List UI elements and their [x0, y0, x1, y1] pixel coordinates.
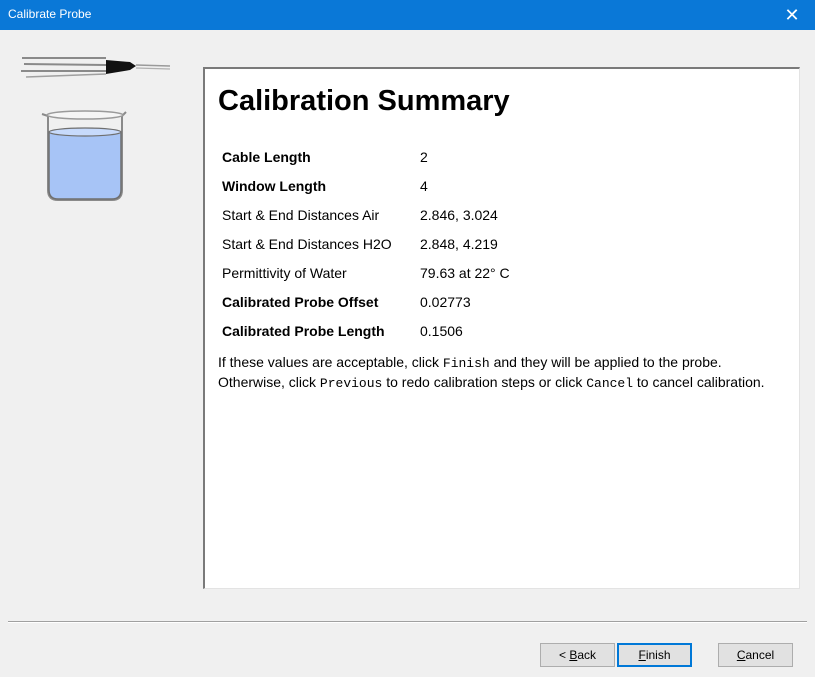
- summary-row-label: Window Length: [222, 178, 327, 194]
- finish-keyword: Finish: [442, 356, 490, 371]
- illustration: [18, 50, 178, 215]
- page-title: Calibration Summary: [218, 85, 510, 117]
- button-label-rest: inish: [645, 648, 671, 662]
- summary-row-label: Start & End Distances Air: [222, 207, 380, 223]
- cancel-keyword: Cancel: [586, 376, 634, 391]
- back-button[interactable]: < Back: [540, 643, 615, 667]
- close-button[interactable]: ✕: [769, 0, 815, 30]
- instructions-text: If these values are acceptable, click Fi…: [218, 353, 783, 393]
- summary-row-label: Start & End Distances H2O: [222, 236, 392, 252]
- summary-row-label: Calibrated Probe Length: [222, 323, 385, 339]
- summary-row-label: Cable Length: [222, 149, 311, 165]
- note-part: to cancel calibration.: [633, 374, 765, 390]
- probe-beaker-graphic: [21, 57, 171, 201]
- button-label-prefix: <: [558, 648, 570, 662]
- finish-button[interactable]: Finish: [617, 643, 692, 667]
- calibrate-probe-dialog: Calibrate Probe ✕ Calibration Summary Ca…: [0, 0, 815, 677]
- summary-row-value: 0.02773: [420, 294, 471, 310]
- summary-row-value: 2.848, 4.219: [420, 236, 498, 252]
- summary-row-value: 2.846, 3.024: [420, 207, 498, 223]
- summary-row-label: Calibrated Probe Offset: [222, 294, 379, 310]
- previous-keyword: Previous: [319, 376, 383, 391]
- probe-icon: [21, 57, 171, 78]
- note-part: to redo calibration steps or click: [382, 374, 587, 390]
- summary-row-value: 79.63 at 22° C: [420, 265, 510, 281]
- footer-divider: [8, 621, 807, 623]
- summary-row-value: 0.1506: [420, 323, 463, 339]
- beaker-icon: [41, 110, 127, 201]
- note-part: If these values are acceptable, click: [218, 354, 443, 370]
- close-icon: ✕: [784, 4, 800, 25]
- button-label-rest: ancel: [745, 648, 775, 662]
- button-mnemonic: B: [569, 648, 578, 662]
- button-mnemonic: C: [736, 648, 746, 662]
- title-bar: Calibrate Probe ✕: [0, 0, 815, 30]
- summary-row-value: 2: [420, 149, 428, 165]
- summary-panel: Calibration Summary Cable Length 2 Window …: [203, 67, 800, 589]
- summary-row-label: Permittivity of Water: [222, 265, 347, 281]
- button-mnemonic: F: [638, 648, 646, 662]
- summary-row-value: 4: [420, 178, 428, 194]
- button-label-rest: ack: [577, 648, 597, 662]
- window-title: Calibrate Probe: [8, 7, 92, 21]
- cancel-button[interactable]: Cancel: [718, 643, 793, 667]
